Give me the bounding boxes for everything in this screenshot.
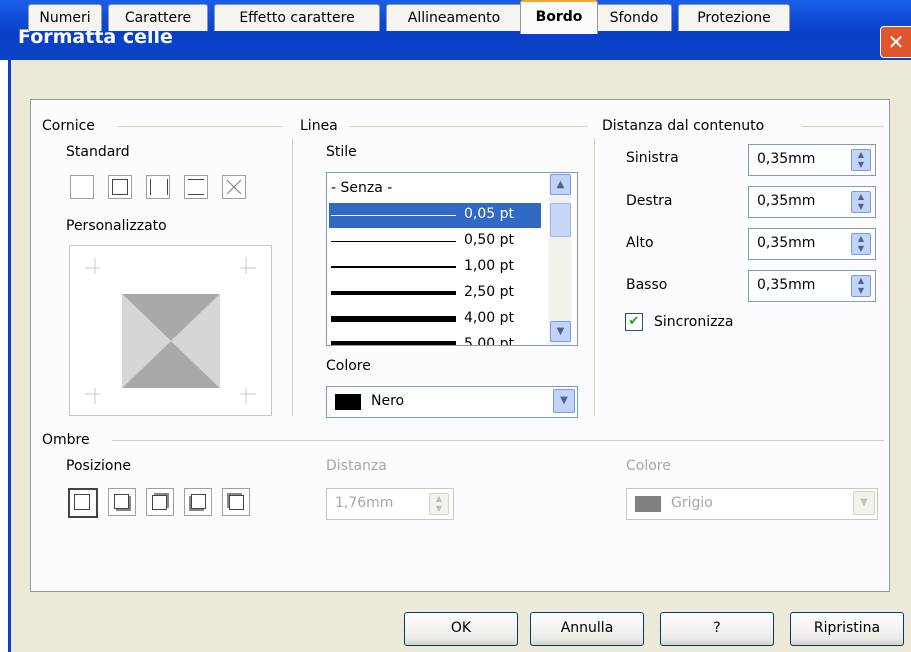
help-button[interactable]: ? (660, 612, 774, 646)
list-scrollbar[interactable]: ▲ ▼ (549, 173, 571, 345)
tab-numeri[interactable]: Numeri (28, 4, 102, 31)
destra-spinbox[interactable]: 0,35mm ▲ ▼ (748, 186, 876, 218)
tab-protezione[interactable]: Protezione (678, 4, 790, 31)
sincronizza-checkbox[interactable]: ✔ (625, 313, 643, 331)
border-preview[interactable] (69, 245, 272, 416)
alto-label: Alto (626, 235, 654, 251)
tab-carattere[interactable]: Carattere (108, 4, 208, 31)
list-item[interactable]: 2,50 pt (329, 281, 541, 306)
linea-distanza-divider (594, 138, 595, 416)
shadow-none-icon[interactable] (68, 488, 98, 518)
scroll-down-icon[interactable]: ▼ (550, 321, 571, 342)
preset-box-icon[interactable] (108, 175, 132, 199)
shadow-top-right-icon[interactable] (146, 488, 174, 516)
ombre-distanza-label: Distanza (326, 458, 387, 474)
chevron-down-icon: ▼ (853, 491, 875, 515)
line-style-list[interactable]: - Senza - 0,05 pt 0,50 pt 1,00 pt 2,50 p… (326, 172, 578, 346)
preset-diagonal-icon[interactable] (222, 175, 246, 199)
shadow-color-select: Grigio ▼ (626, 488, 878, 520)
stile-label: Stile (326, 144, 357, 160)
close-button[interactable]: ✕ (880, 26, 911, 58)
spin-arrows-icon: ▲ ▼ (429, 493, 449, 515)
distanza-separator (802, 126, 884, 127)
line-sample (331, 341, 456, 345)
tab-bordo[interactable]: Bordo (520, 0, 598, 34)
shadow-bottom-right-icon[interactable] (108, 488, 136, 516)
distanza-heading: Distanza dal contenuto (602, 118, 765, 134)
color-swatch (635, 496, 661, 512)
preset-left-right-icon[interactable] (146, 175, 170, 199)
annulla-button[interactable]: Annulla (530, 612, 644, 646)
basso-spinbox[interactable]: 0,35mm ▲ ▼ (748, 270, 876, 302)
color-swatch (335, 394, 361, 410)
tab-allineamento[interactable]: Allineamento (386, 4, 522, 31)
line-sample (331, 266, 456, 268)
line-sample (331, 291, 456, 295)
list-item[interactable]: 0,05 pt (329, 203, 541, 228)
ombre-heading: Ombre (42, 432, 90, 448)
format-cells-dialog: Formatta celle ✕ Numeri Carattere Effett… (0, 0, 911, 652)
spin-arrows-icon[interactable]: ▲ ▼ (851, 191, 871, 213)
linea-heading: Linea (300, 118, 338, 134)
chevron-down-icon[interactable]: ▼ (553, 389, 575, 413)
scroll-thumb[interactable] (550, 203, 571, 237)
basso-label: Basso (626, 277, 668, 293)
linea-colore-label: Colore (326, 358, 371, 374)
list-item[interactable]: 5,00 pt (329, 333, 541, 345)
list-item[interactable]: 1,00 pt (329, 255, 541, 280)
shadow-top-left-icon[interactable] (222, 488, 250, 516)
ombre-colore-label: Colore (626, 458, 671, 474)
sinistra-label: Sinistra (626, 150, 679, 166)
linea-separator (350, 126, 588, 127)
list-item[interactable]: 4,00 pt (329, 307, 541, 332)
cornice-heading: Cornice (42, 118, 95, 134)
cornice-separator (118, 126, 282, 127)
tab-effetto-carattere[interactable]: Effetto carattere (214, 4, 380, 31)
spin-arrows-icon[interactable]: ▲ ▼ (851, 149, 871, 171)
ombre-separator (112, 440, 884, 441)
list-item[interactable]: 0,50 pt (329, 229, 541, 254)
personalizzato-label: Personalizzato (66, 218, 167, 234)
spin-arrows-icon[interactable]: ▲ ▼ (851, 233, 871, 255)
shadow-distance-spinbox: 1,76mm ▲ ▼ (326, 488, 454, 520)
checkmark-icon: ✔ (628, 314, 640, 329)
line-sample (331, 316, 456, 322)
posizione-label: Posizione (66, 458, 131, 474)
preset-none-icon[interactable] (70, 175, 94, 199)
preset-top-bottom-icon[interactable] (184, 175, 208, 199)
line-sample (331, 215, 456, 216)
list-item[interactable]: - Senza - (329, 177, 541, 202)
ok-button[interactable]: OK (404, 612, 518, 646)
line-color-select[interactable]: Nero ▼ (326, 386, 578, 418)
cornice-linea-divider (292, 138, 293, 416)
ripristina-button[interactable]: Ripristina (790, 612, 904, 646)
scroll-up-icon[interactable]: ▲ (550, 174, 571, 195)
destra-label: Destra (626, 193, 673, 209)
sincronizza-label: Sincronizza (654, 314, 734, 330)
spin-arrows-icon[interactable]: ▲ ▼ (851, 275, 871, 297)
shadow-bottom-left-icon[interactable] (184, 488, 212, 516)
tab-sfondo[interactable]: Sfondo (596, 4, 672, 31)
alto-spinbox[interactable]: 0,35mm ▲ ▼ (748, 228, 876, 260)
line-sample (331, 241, 456, 242)
border-preview-icon (85, 258, 256, 404)
standard-label: Standard (66, 144, 130, 160)
sinistra-spinbox[interactable]: 0,35mm ▲ ▼ (748, 144, 876, 176)
